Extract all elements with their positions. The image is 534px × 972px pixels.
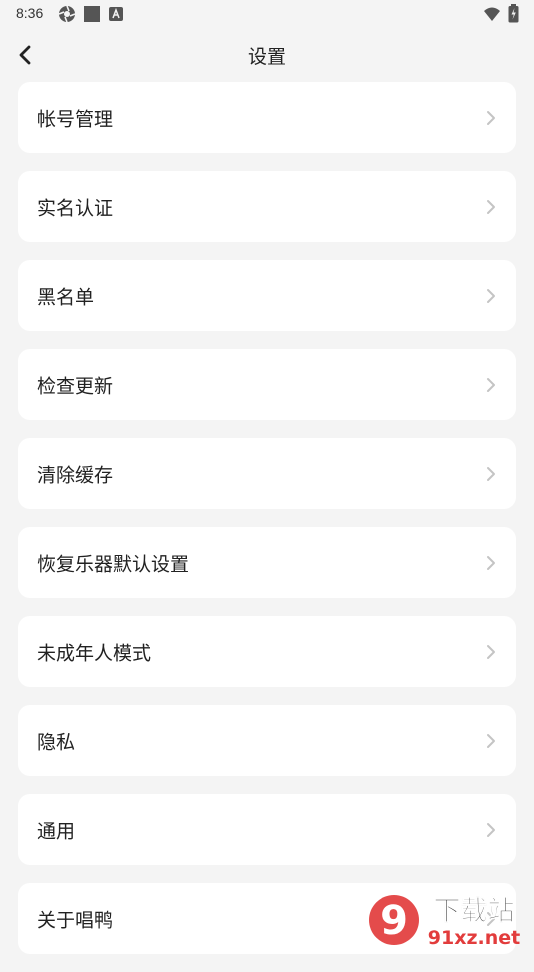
watermark-logo-glyph: 9 xyxy=(380,898,408,944)
settings-item-label: 恢复乐器默认设置 xyxy=(37,553,190,575)
watermark-title: 下载站 xyxy=(434,896,515,927)
chevron-right-icon xyxy=(487,644,495,659)
status-time: 8:36 xyxy=(16,5,44,21)
settings-item-account-management[interactable]: 帐号管理 xyxy=(18,82,516,153)
chevron-right-icon xyxy=(487,110,495,125)
watermark-domain: 91xz.net xyxy=(428,927,520,949)
settings-item-label: 实名认证 xyxy=(37,197,114,219)
aperture-icon xyxy=(58,5,76,23)
settings-item-clear-cache[interactable]: 清除缓存 xyxy=(18,438,516,509)
status-bar: 8:36 xyxy=(0,0,534,28)
settings-item-label: 关于唱鸭 xyxy=(37,909,114,931)
square-notification-icon xyxy=(84,6,100,22)
settings-item-label: 未成年人模式 xyxy=(37,642,152,664)
page-title: 设置 xyxy=(247,46,286,68)
settings-item-label: 帐号管理 xyxy=(37,108,114,130)
settings-item-label: 清除缓存 xyxy=(37,464,114,486)
chevron-right-icon xyxy=(487,733,495,748)
settings-item-restore-instrument-defaults[interactable]: 恢复乐器默认设置 xyxy=(18,527,516,598)
settings-item-label: 通用 xyxy=(37,820,76,842)
chevron-right-icon xyxy=(487,288,495,303)
settings-item-label: 黑名单 xyxy=(37,286,95,308)
settings-item-blacklist[interactable]: 黑名单 xyxy=(18,260,516,331)
battery-icon xyxy=(508,4,519,23)
wifi-icon xyxy=(484,7,500,21)
chevron-right-icon xyxy=(487,199,495,214)
settings-item-privacy[interactable]: 隐私 xyxy=(18,705,516,776)
settings-item-label: 检查更新 xyxy=(37,375,114,397)
site-watermark-logo: 9 下载站 91xz.net xyxy=(369,895,520,949)
font-notification-icon xyxy=(109,7,123,21)
settings-item-check-update[interactable]: 检查更新 xyxy=(18,349,516,420)
settings-item-real-name-verification[interactable]: 实名认证 xyxy=(18,171,516,242)
settings-item-minor-mode[interactable]: 未成年人模式 xyxy=(18,616,516,687)
chevron-right-icon xyxy=(487,377,495,392)
navigation-bar: 设置 xyxy=(0,30,534,80)
chevron-right-icon xyxy=(487,822,495,837)
chevron-right-icon xyxy=(487,466,495,481)
chevron-right-icon xyxy=(487,555,495,570)
settings-item-label: 隐私 xyxy=(37,731,76,753)
settings-item-general[interactable]: 通用 xyxy=(18,794,516,865)
settings-list: 帐号管理 实名认证 黑名单 检查更新 清除缓存 恢复乐器默认设置 未成年人模式 … xyxy=(18,82,516,972)
